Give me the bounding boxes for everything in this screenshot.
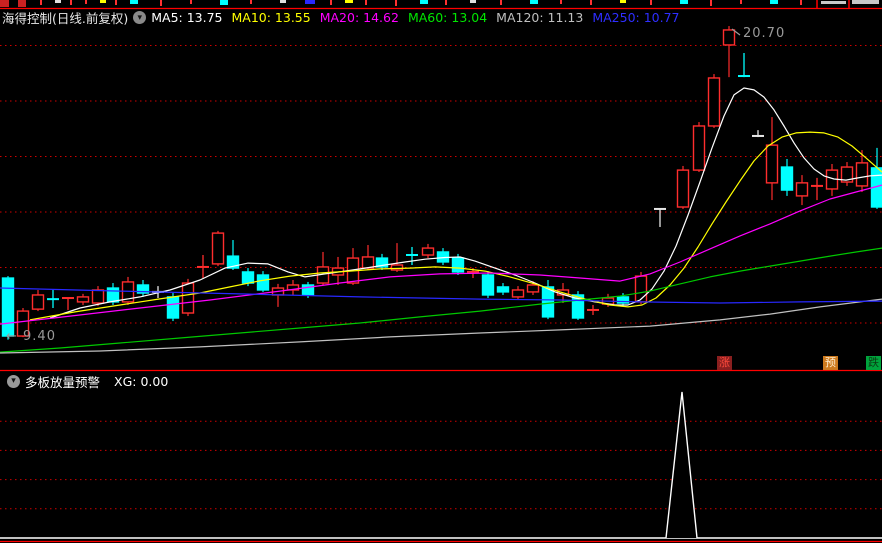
low-price-label: ← 9.40 <box>6 329 56 344</box>
ma60-legend: MA60: 13.04 <box>407 10 488 25</box>
high-price-label: 20.70 <box>743 26 786 41</box>
stock-title: 海得控制(日线.前复权) <box>2 11 129 26</box>
app-root: { "window": { "width": 882, "height": 54… <box>0 0 882 543</box>
ma5-legend: MA5: 13.75 <box>151 10 223 25</box>
signal-badge-rise: 涨 <box>717 356 732 370</box>
ma20-legend: MA20: 14.62 <box>319 10 399 25</box>
collapse-chevron-icon[interactable]: ▾ <box>133 11 147 24</box>
signal-badge-fall: 跌 <box>866 356 881 370</box>
ma120-legend: MA120: 11.13 <box>496 10 584 25</box>
sub-pane-header: ▾ 多板放量预警 XG: 0.00 <box>2 372 880 391</box>
sub-indicator-name[interactable]: 多板放量预警 <box>25 372 100 391</box>
ma250-legend: MA250: 10.77 <box>592 10 680 25</box>
sub-indicator-value: XG: 0.00 <box>114 373 169 389</box>
ma10-legend: MA10: 13.55 <box>231 10 311 25</box>
signal-badge-warning: 预 <box>823 356 838 370</box>
chart-canvas[interactable] <box>0 0 882 543</box>
title-bar: 海得控制(日线.前复权) ▾ MA5: 13.75 MA10: 13.55 MA… <box>2 9 880 26</box>
sub-collapse-chevron-icon[interactable]: ▾ <box>7 374 20 388</box>
